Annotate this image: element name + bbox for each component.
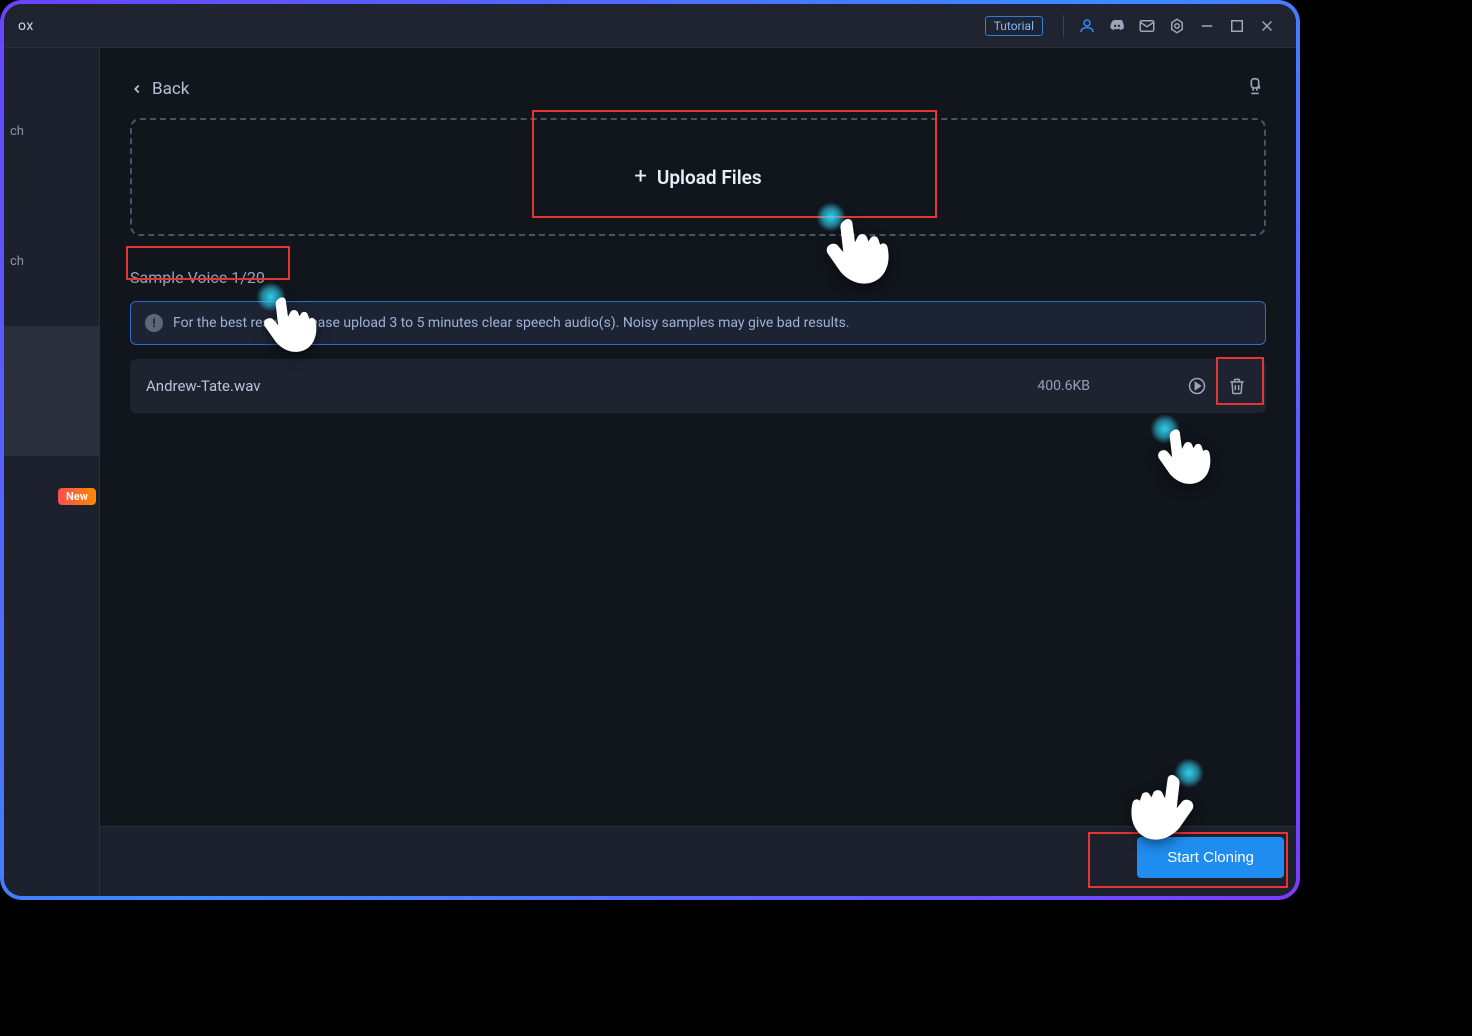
play-button[interactable] [1184,373,1210,399]
sidebar-item-active[interactable] [4,326,99,456]
file-size: 400.6KB [1037,378,1090,394]
close-icon[interactable] [1254,13,1280,39]
maximize-icon[interactable] [1224,13,1250,39]
tutorial-button[interactable]: Tutorial [985,16,1043,36]
new-badge: New [58,488,96,505]
info-banner: ! For the best results, please upload 3 … [130,301,1266,345]
info-text: For the best results, please upload 3 to… [173,315,850,331]
settings-icon[interactable] [1164,13,1190,39]
upload-label: Upload Files [657,166,762,189]
sidebar-item[interactable]: ch [4,196,99,326]
back-label: Back [152,79,189,99]
main-content: Back + Upload Files Sample Voice 1/20 [100,48,1296,896]
divider [1063,15,1064,37]
delete-button[interactable] [1224,373,1250,399]
chevron-left-icon [130,82,144,96]
sample-count-heading: Sample Voice 1/20 [130,268,265,287]
footer-bar: Start Cloning [100,826,1296,896]
plus-icon: + [634,166,646,188]
sidebar-item[interactable]: ch [4,66,99,196]
start-cloning-button[interactable]: Start Cloning [1137,837,1284,878]
sidebar-label: ch [10,254,24,269]
app-window: ox Tutorial [4,4,1296,896]
annotation-highlight-upload [532,110,937,218]
record-device-icon[interactable] [1244,76,1266,102]
upload-dropzone[interactable]: + Upload Files [130,118,1266,236]
app-title-fragment: ox [18,18,34,34]
titlebar: ox Tutorial [4,4,1296,48]
sidebar-label: ch [10,124,24,139]
mail-icon[interactable] [1134,13,1160,39]
back-button[interactable]: Back [130,79,189,99]
annotation-hand-cursor [1144,420,1220,496]
file-name: Andrew-Tate.wav [146,377,1023,395]
minimize-icon[interactable] [1194,13,1220,39]
file-row: Andrew-Tate.wav 400.6KB [130,359,1266,413]
discord-icon[interactable] [1104,13,1130,39]
info-icon: ! [145,314,163,332]
sidebar: ch ch New [4,48,100,896]
account-icon[interactable] [1074,13,1100,39]
